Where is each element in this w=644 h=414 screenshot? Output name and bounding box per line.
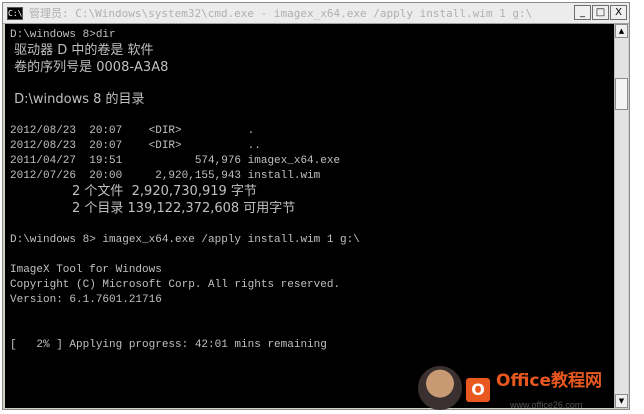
close-button[interactable]: X <box>610 5 627 20</box>
maximize-button[interactable]: □ <box>592 5 609 20</box>
window-title: 管理员: C:\Windows\system32\cmd.exe - image… <box>29 7 533 20</box>
cmd-window: C:\ 管理员: C:\Windows\system32\cmd.exe - i… <box>2 2 630 410</box>
console-line: 2012/07/26 20:00 2,920,155,943 install.w… <box>10 170 321 182</box>
console-line: 2012/08/23 20:07 <DIR> .. <box>10 140 261 152</box>
console-line: [ 2% ] Applying progress: 42:01 mins rem… <box>10 339 327 351</box>
console-text: D:\windows 8>dir 驱动器 D 中的卷是 软件 卷的序列号是 00… <box>5 24 615 353</box>
author-avatar <box>418 366 462 410</box>
watermark-url: www.office26.com <box>510 400 583 410</box>
console-line: Version: 6.1.7601.21716 <box>10 294 162 306</box>
console-line: 2011/04/27 19:51 574,976 imagex_x64.exe <box>10 155 341 167</box>
console-line: 卷的序列号是 0008-A3A8 <box>10 60 169 75</box>
scroll-up-arrow-icon[interactable]: ▲ <box>615 24 628 38</box>
console-output[interactable]: D:\windows 8>dir 驱动器 D 中的卷是 软件 卷的序列号是 00… <box>5 24 615 408</box>
console-line: D:\windows 8> imagex_x64.exe /apply inst… <box>10 234 360 246</box>
console-line: D:\windows 8 的目录 <box>10 92 145 107</box>
scroll-thumb[interactable] <box>615 78 628 110</box>
vertical-scrollbar[interactable]: ▲ ▼ <box>614 24 628 408</box>
window-controls: _ □ X <box>574 5 627 20</box>
minimize-button[interactable]: _ <box>574 5 591 20</box>
office-logo-icon: O <box>466 378 490 402</box>
console-line: 2 个目录 139,122,372,608 可用字节 <box>10 201 296 216</box>
console-line: 2012/08/23 20:07 <DIR> . <box>10 125 255 137</box>
console-line: D:\windows 8>dir <box>10 29 116 41</box>
cmd-app-icon[interactable]: C:\ <box>7 6 23 20</box>
site-watermark: O Office教程网 www.office26.com <box>418 366 638 410</box>
title-bar[interactable]: C:\ 管理员: C:\Windows\system32\cmd.exe - i… <box>3 3 629 24</box>
console-line: 2 个文件 2,920,730,919 字节 <box>10 184 257 199</box>
console-line: ImageX Tool for Windows <box>10 264 162 276</box>
watermark-title: Office教程网 <box>496 371 603 391</box>
console-line: 驱动器 D 中的卷是 软件 <box>10 43 154 58</box>
console-line: Copyright (C) Microsoft Corp. All rights… <box>10 279 341 291</box>
